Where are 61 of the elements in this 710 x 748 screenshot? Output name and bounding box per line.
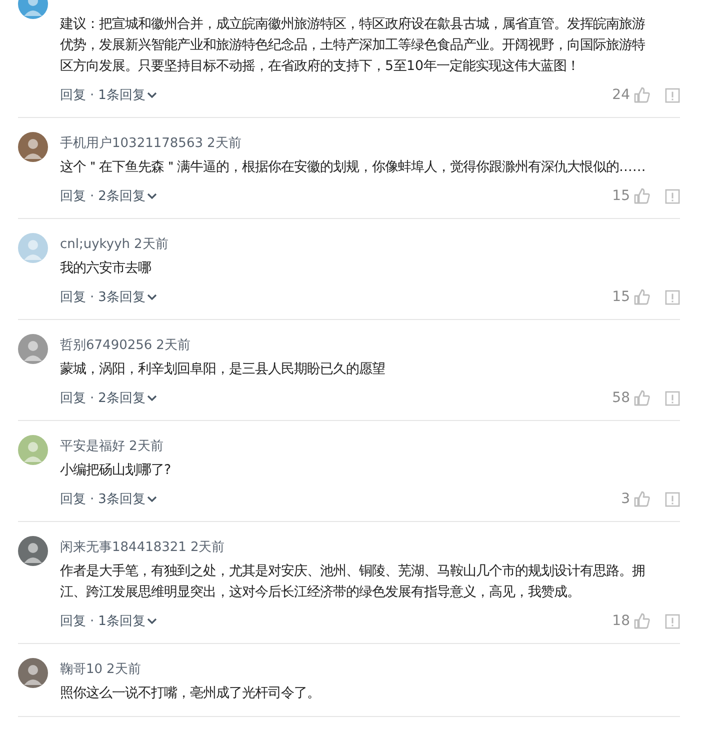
like-count: 3 — [621, 491, 630, 507]
separator-dot: · — [90, 614, 94, 628]
like-count: 15 — [612, 188, 630, 204]
user-name[interactable]: 手机用户10321178563 — [60, 134, 203, 152]
user-name[interactable]: cnl;uykyyh — [60, 236, 130, 252]
separator-dot: · — [90, 290, 94, 304]
replies-toggle[interactable]: 1条回复 — [98, 612, 158, 630]
thumbs-up-icon[interactable] — [633, 389, 651, 407]
chevron-icon — [147, 294, 158, 300]
replies-toggle[interactable]: 1条回复 — [98, 86, 158, 104]
report-icon[interactable] — [665, 188, 680, 204]
chevron-icon — [147, 92, 158, 98]
comment-text: 蒙城，涡阳，利辛划回阜阳，是三县人民期盼已久的愿望 — [60, 360, 386, 379]
separator-dot: · — [90, 88, 94, 102]
thumbs-up-icon[interactable] — [633, 187, 651, 205]
separator-dot: · — [90, 492, 94, 506]
chevron-icon — [147, 496, 158, 502]
report-icon[interactable] — [665, 88, 680, 102]
like-count: 24 — [612, 87, 630, 103]
user-name[interactable]: 鞠哥10 — [60, 660, 103, 678]
reply-link[interactable]: 回复 — [60, 389, 86, 407]
reply-link[interactable]: 回复 — [60, 288, 86, 306]
replies-toggle[interactable]: 3条回复 — [98, 288, 158, 306]
chevron-icon — [147, 395, 158, 401]
post-time: 2天前 — [106, 661, 141, 678]
post-time: 2天前 — [134, 236, 168, 253]
chevron-icon — [147, 618, 158, 624]
user-name[interactable]: 闲来无事184418321 — [60, 538, 186, 556]
reply-link[interactable]: 回复 — [60, 490, 86, 508]
replies-toggle[interactable]: 2条回复 — [98, 187, 158, 205]
thumbs-up-icon[interactable] — [633, 612, 651, 630]
reply-link[interactable]: 回复 — [60, 187, 86, 205]
comment-text: 这个＂在下鱼先森＂满牛逼的，根据你在安徽的划规，你像蚌埠人，觉得你跟滁州有深仇大恨似的…… — [60, 158, 647, 177]
report-icon[interactable] — [665, 390, 680, 406]
like-count: 58 — [612, 390, 630, 406]
replies-toggle[interactable]: 3条回复 — [98, 490, 158, 508]
post-time: 2天前 — [190, 539, 225, 556]
comment-text: 作者是大手笔，有独到之处，尤其是对安庆、池州、铜陵、芜湖、马鞍山几个市的规划设计有思路。拥江、跨江发展思维明显突出，这对今后长江经济带的绿色发展有指导意义，高见，我赞成。 — [60, 562, 646, 602]
thumbs-up-icon[interactable] — [633, 490, 651, 508]
reply-link[interactable]: 回复 — [60, 86, 86, 104]
post-time: 2天前 — [206, 135, 242, 152]
comment-text: 照你这么一说不打嘴，亳州成了光杆司令了。 — [60, 684, 321, 703]
report-icon[interactable] — [665, 290, 680, 304]
like-count: 15 — [612, 289, 630, 305]
comment-text: 建议：把宣城和徽州合并，成立皖南徽州旅游特区，特区政府设在歙县古城，属省直管。发挥皖南旅游优势，发展新兴智能产业和旅游特色纪念品，土特产深加工等绿色食品产业。开阔视野，向国际旅游特区方向发展。只要坚持目标不动摇，在省政府的支持下，5至10年一定能实现这伟大蓝图！ — [60, 16, 646, 76]
reply-link[interactable]: 回复 — [60, 612, 86, 630]
like-count: 18 — [612, 613, 630, 629]
post-time: 2天前 — [129, 438, 164, 455]
chevron-icon — [147, 193, 158, 199]
report-icon[interactable] — [665, 492, 680, 506]
report-icon[interactable] — [665, 614, 680, 628]
separator-dot: · — [90, 188, 94, 204]
post-time: 2天前 — [156, 337, 190, 354]
user-name[interactable]: 平安是福好 — [60, 437, 125, 455]
separator-dot: · — [90, 390, 94, 406]
thumbs-up-icon[interactable] — [633, 86, 651, 104]
comment-text: 小编把砀山划哪了? — [60, 462, 172, 480]
thumbs-up-icon[interactable] — [633, 288, 651, 306]
replies-toggle[interactable]: 2条回复 — [98, 389, 158, 407]
user-name[interactable]: 哲别67490256 — [60, 336, 152, 354]
comment-text: 我的六安市去哪 — [60, 260, 152, 278]
